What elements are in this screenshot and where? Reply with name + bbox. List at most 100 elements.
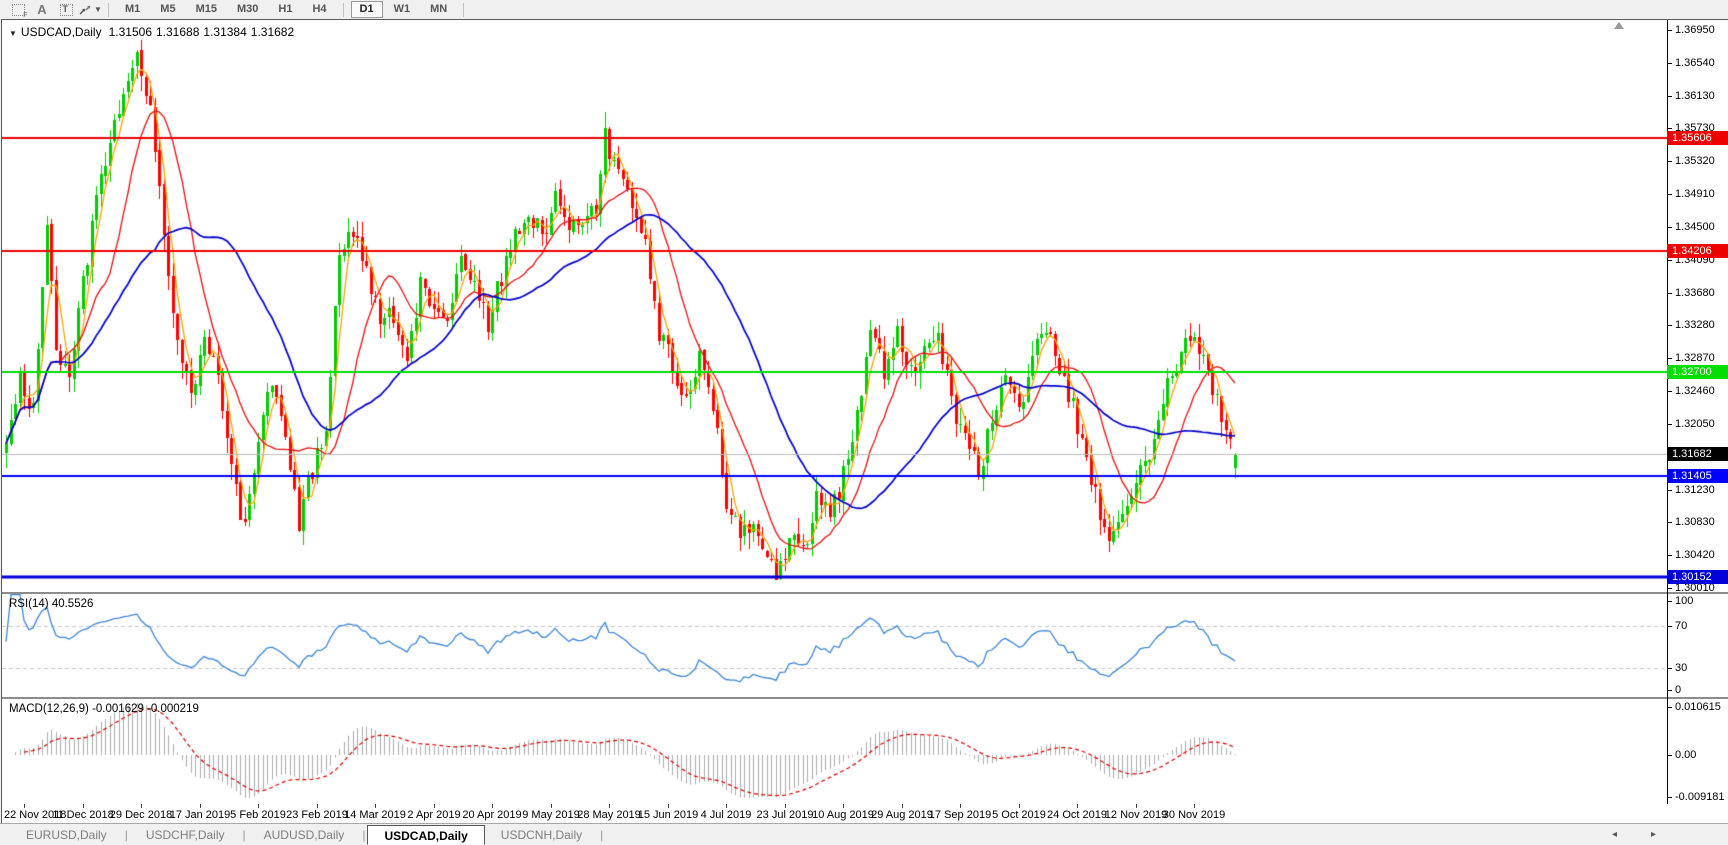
price-tick-label: 1.36950 bbox=[1667, 24, 1715, 36]
cursor-modes-icon[interactable]: ▼ bbox=[78, 2, 102, 18]
chart-window: ▼ USDCAD,Daily 1.31506 1.31688 1.31384 1.3168… bbox=[1, 19, 1728, 823]
chart-tab-usdchf[interactable]: USDCHF,Daily bbox=[130, 825, 241, 845]
price-level-badge: 1.32700 bbox=[1667, 364, 1728, 379]
date-tick bbox=[668, 804, 669, 808]
date-tick bbox=[434, 804, 435, 808]
macd-scale-label: -0.009181 bbox=[1667, 791, 1725, 803]
date-tick bbox=[83, 804, 84, 808]
date-label: 12 Nov 2019 bbox=[1104, 809, 1168, 821]
high-value: 1.31688 bbox=[156, 25, 200, 39]
mt4-application: F A T ▼ M1 M5 M15 M30 H1 H4 D1 W1 MN ▼ USDCAD,Dai… bbox=[0, 0, 1728, 845]
chart-ohlc-readout: ▼ USDCAD,Daily 1.31506 1.31688 1.31384 1.3168… bbox=[9, 25, 294, 39]
timeframe-button-h4[interactable]: H4 bbox=[303, 1, 335, 18]
price-tick-label: 1.34910 bbox=[1667, 188, 1715, 200]
price-level-badge: 1.35606 bbox=[1667, 131, 1728, 146]
date-label: 29 Dec 2018 bbox=[109, 809, 173, 821]
dropdown-caret-icon: ▼ bbox=[94, 5, 102, 14]
price-level-badge: 1.31682 bbox=[1667, 446, 1728, 461]
macd-scale-label: 0.00 bbox=[1667, 749, 1696, 761]
date-tick bbox=[960, 804, 961, 808]
date-tick bbox=[785, 804, 786, 808]
date-tick bbox=[1194, 804, 1195, 808]
date-label: 29 Aug 2019 bbox=[871, 809, 933, 821]
timeframe-button-mn[interactable]: MN bbox=[421, 1, 456, 18]
tab-scroll-right-icon[interactable]: ▸ bbox=[1651, 829, 1656, 840]
price-tick-label: 1.36540 bbox=[1667, 57, 1715, 69]
date-label: 17 Sep 2019 bbox=[928, 809, 992, 821]
rsi-indicator-pane[interactable] bbox=[2, 594, 1667, 697]
date-tick bbox=[375, 804, 376, 808]
tab-scroll-left-icon[interactable]: ◂ bbox=[1612, 829, 1617, 840]
price-tick-label: 1.34500 bbox=[1667, 221, 1715, 233]
chart-tab-usdcad[interactable]: USDCAD,Daily bbox=[367, 824, 485, 845]
timeframe-button-d1[interactable]: D1 bbox=[350, 1, 383, 18]
date-tick bbox=[24, 804, 25, 808]
grid-fibonacci-icon[interactable]: F bbox=[6, 2, 30, 19]
double-arrow-glyph bbox=[79, 5, 91, 14]
date-tick bbox=[1019, 804, 1020, 808]
date-label: 17 Jan 2019 bbox=[169, 809, 231, 821]
date-tick bbox=[492, 804, 493, 808]
date-tick bbox=[609, 804, 610, 808]
tab-separator: | bbox=[242, 827, 246, 842]
price-tick-label: 1.32870 bbox=[1667, 352, 1715, 364]
date-tick bbox=[1077, 804, 1078, 808]
date-label: 28 May 2019 bbox=[577, 809, 641, 821]
price-axis[interactable]: 1.36950 1.36540 1.36130 1.35730 1.35320 1.349… bbox=[1667, 20, 1728, 804]
close-value: 1.31682 bbox=[250, 25, 295, 39]
tab-separator: | bbox=[124, 827, 128, 842]
timeframe-button-m5[interactable]: M5 bbox=[151, 1, 184, 18]
date-tick bbox=[902, 804, 903, 808]
date-label: 14 Mar 2019 bbox=[344, 809, 406, 821]
text-box-icon[interactable]: T bbox=[54, 2, 78, 18]
date-tick bbox=[141, 804, 142, 808]
timeframe-button-m1[interactable]: M1 bbox=[116, 1, 149, 18]
timeframe-button-m15[interactable]: M15 bbox=[187, 1, 226, 18]
macd-scale-label: 0.010615 bbox=[1667, 701, 1721, 713]
price-level-badge: 1.34206 bbox=[1667, 243, 1728, 258]
date-tick bbox=[317, 804, 318, 808]
low-value: 1.31384 bbox=[203, 25, 247, 39]
date-label: 23 Jul 2019 bbox=[756, 809, 814, 821]
price-tick-label: 1.30830 bbox=[1667, 516, 1715, 528]
dotted-grid-glyph: F bbox=[11, 3, 28, 19]
tab-separator: | bbox=[600, 827, 604, 842]
rsi-scale-label: 30 bbox=[1667, 662, 1687, 674]
date-tick bbox=[726, 804, 727, 808]
price-tick-label: 1.30010 bbox=[1667, 582, 1715, 594]
price-tick-label: 1.33680 bbox=[1667, 287, 1715, 299]
macd-label: MACD(12,26,9) -0.001629 -0.000219 bbox=[9, 703, 199, 715]
date-label: 9 May 2019 bbox=[522, 809, 580, 821]
chart-tab-audusd[interactable]: AUDUSD,Daily bbox=[248, 825, 361, 845]
date-tick bbox=[1136, 804, 1137, 808]
price-tick-label: 1.32050 bbox=[1667, 418, 1715, 430]
collapse-icon[interactable]: ▼ bbox=[9, 29, 17, 38]
macd-indicator-pane[interactable] bbox=[2, 699, 1667, 804]
toolbar-separator bbox=[342, 2, 344, 17]
date-label: 15 Jun 2019 bbox=[637, 809, 699, 821]
price-tick-label: 1.36130 bbox=[1667, 90, 1715, 102]
price-tick-label: 1.32460 bbox=[1667, 385, 1715, 397]
timeframe-button-h1[interactable]: H1 bbox=[269, 1, 301, 18]
date-label: 30 Nov 2019 bbox=[1162, 809, 1226, 821]
date-label: 2 Apr 2019 bbox=[407, 809, 461, 821]
date-label: 10 Aug 2019 bbox=[812, 809, 874, 821]
timeframe-button-w1[interactable]: W1 bbox=[385, 1, 420, 18]
chart-tab-eurusd[interactable]: EURUSD,Daily bbox=[10, 825, 123, 845]
date-label: 24 Oct 2019 bbox=[1047, 809, 1107, 821]
date-tick bbox=[551, 804, 552, 808]
date-axis[interactable]: 22 Nov 2018 11 Dec 2018 29 Dec 2018 17 Jan … bbox=[2, 804, 1667, 823]
main-price-chart[interactable] bbox=[2, 20, 1667, 592]
timeframe-button-m30[interactable]: M30 bbox=[228, 1, 267, 18]
chart-shift-marker[interactable] bbox=[1614, 22, 1624, 29]
price-tick-label: 1.35320 bbox=[1667, 155, 1715, 167]
price-level-badge: 1.31405 bbox=[1667, 468, 1728, 483]
tab-scroll-controls: ◂ ▸ bbox=[1612, 829, 1656, 840]
label-a-icon[interactable]: A bbox=[30, 2, 54, 18]
date-label: 23 Feb 2019 bbox=[286, 809, 348, 821]
rsi-scale-label: 100 bbox=[1667, 595, 1693, 607]
open-value: 1.31506 bbox=[108, 25, 152, 39]
date-tick bbox=[200, 804, 201, 808]
rsi-scale-label: 0 bbox=[1667, 684, 1681, 696]
chart-tab-usdcnh[interactable]: USDCNH,Daily bbox=[485, 825, 598, 845]
